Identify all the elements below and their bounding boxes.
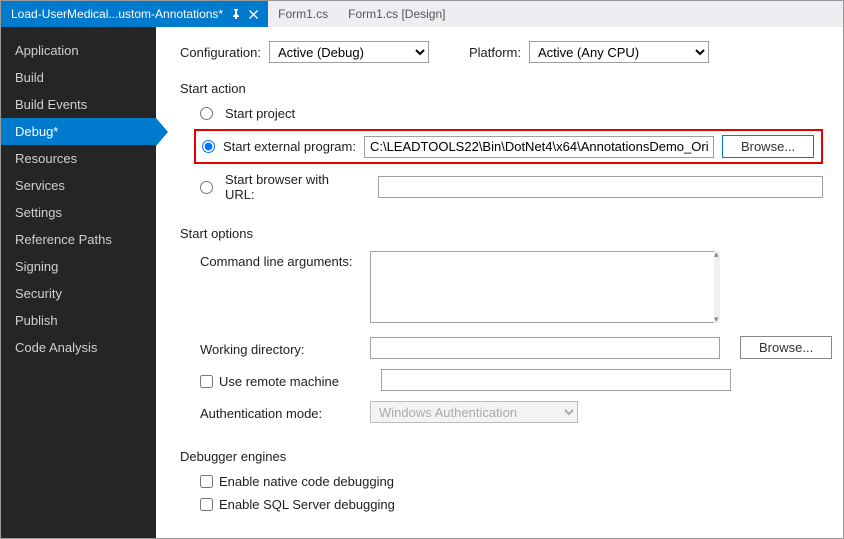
start-action-label: Start action xyxy=(180,81,823,96)
tab-label: Form1.cs xyxy=(278,7,328,21)
sql-debugging-label[interactable]: Enable SQL Server debugging xyxy=(219,497,395,512)
cmd-args-input[interactable] xyxy=(370,251,720,323)
pin-icon[interactable] xyxy=(231,9,241,19)
sidebar-item-build[interactable]: Build xyxy=(1,64,156,91)
tab-project-properties[interactable]: Load-UserMedical...ustom-Annotations* xyxy=(1,1,268,27)
browse-external-button[interactable]: Browse... xyxy=(722,135,814,158)
configuration-select[interactable]: Active (Debug) xyxy=(269,41,429,63)
sidebar-item-signing[interactable]: Signing xyxy=(1,253,156,280)
start-external-row: Start external program: Browse... xyxy=(194,129,823,164)
start-options-group: Start options Command line arguments: Wo… xyxy=(180,226,832,433)
working-dir-label: Working directory: xyxy=(200,339,360,357)
sidebar-item-reference-paths[interactable]: Reference Paths xyxy=(1,226,156,253)
start-external-label[interactable]: Start external program: xyxy=(223,139,356,154)
sidebar-item-build-events[interactable]: Build Events xyxy=(1,91,156,118)
browse-working-dir-button[interactable]: Browse... xyxy=(740,336,832,359)
auth-mode-label: Authentication mode: xyxy=(200,403,360,421)
external-program-input[interactable] xyxy=(364,136,714,158)
native-debugging-label[interactable]: Enable native code debugging xyxy=(219,474,394,489)
start-action-group: Start action Start project Start externa… xyxy=(180,81,823,210)
remote-machine-label[interactable]: Use remote machine xyxy=(219,374,339,389)
platform-select[interactable]: Active (Any CPU) xyxy=(529,41,709,63)
sidebar-item-resources[interactable]: Resources xyxy=(1,145,156,172)
start-browser-label[interactable]: Start browser with URL: xyxy=(225,172,362,202)
scrollbar[interactable] xyxy=(714,251,720,323)
tab-form1-design[interactable]: Form1.cs [Design] xyxy=(338,1,455,27)
sql-debugging-checkbox[interactable] xyxy=(200,498,213,511)
debugger-engines-label: Debugger engines xyxy=(180,449,823,464)
sidebar-item-security[interactable]: Security xyxy=(1,280,156,307)
auth-mode-select: Windows Authentication xyxy=(370,401,578,423)
start-browser-radio[interactable] xyxy=(200,181,213,194)
project-properties-sidebar: Application Build Build Events Debug* Re… xyxy=(1,27,156,538)
sidebar-item-services[interactable]: Services xyxy=(1,172,156,199)
document-tabs: Load-UserMedical...ustom-Annotations* Fo… xyxy=(1,1,843,27)
browser-url-input[interactable] xyxy=(378,176,823,198)
debug-settings-panel: Configuration: Active (Debug) Platform: … xyxy=(156,27,843,538)
working-dir-input[interactable] xyxy=(370,337,720,359)
tab-label: Form1.cs [Design] xyxy=(348,7,445,21)
sidebar-item-code-analysis[interactable]: Code Analysis xyxy=(1,334,156,361)
start-options-label: Start options xyxy=(180,226,832,241)
start-project-label[interactable]: Start project xyxy=(225,106,295,121)
native-debugging-checkbox[interactable] xyxy=(200,475,213,488)
tab-form1-cs[interactable]: Form1.cs xyxy=(268,1,338,27)
start-project-radio[interactable] xyxy=(200,107,213,120)
platform-label: Platform: xyxy=(469,45,521,60)
sidebar-item-application[interactable]: Application xyxy=(1,37,156,64)
debugger-engines-group: Debugger engines Enable native code debu… xyxy=(180,449,823,520)
remote-machine-checkbox[interactable] xyxy=(200,375,213,388)
close-icon[interactable] xyxy=(249,10,258,19)
cmd-args-label: Command line arguments: xyxy=(200,251,360,269)
start-external-radio[interactable] xyxy=(202,140,215,153)
sidebar-item-settings[interactable]: Settings xyxy=(1,199,156,226)
configuration-label: Configuration: xyxy=(180,45,261,60)
sidebar-item-debug[interactable]: Debug* xyxy=(1,118,156,145)
tab-label: Load-UserMedical...ustom-Annotations* xyxy=(11,7,223,21)
sidebar-item-publish[interactable]: Publish xyxy=(1,307,156,334)
remote-machine-input[interactable] xyxy=(381,369,731,391)
